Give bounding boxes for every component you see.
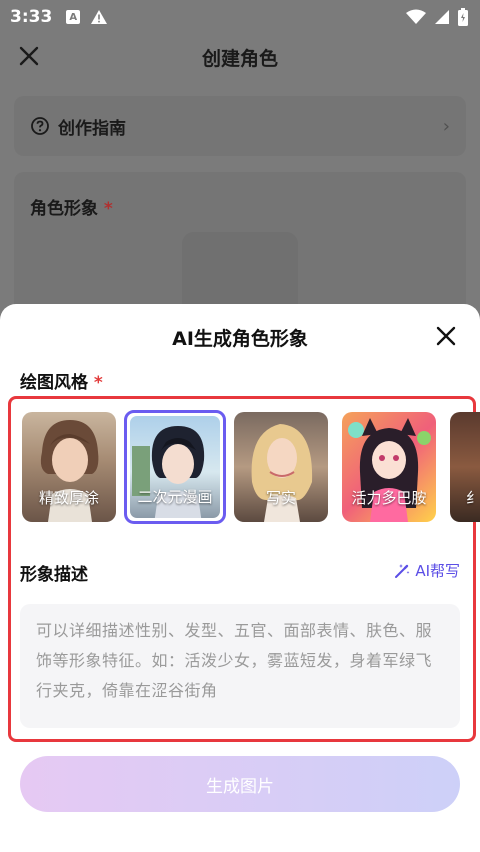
style-label: 精致厚涂 — [38, 489, 99, 507]
signal-icon — [435, 10, 449, 24]
text-a-icon: A — [66, 10, 81, 24]
generate-image-button[interactable]: 生成图片 — [20, 756, 460, 812]
style-option-anime-comic[interactable]: 二次元漫画 — [124, 410, 226, 524]
chevron-right-icon: › — [442, 115, 450, 137]
help-circle-icon — [31, 117, 49, 135]
close-icon[interactable] — [434, 324, 458, 348]
warning-icon — [91, 10, 108, 24]
description-label: 形象描述 — [20, 565, 88, 585]
creation-guide-row[interactable]: 创作指南 › — [14, 96, 466, 156]
ai-help-label: AI帮写 — [415, 562, 460, 580]
description-input[interactable]: 可以详细描述性别、发型、五官、面部表情、肤色、服饰等形象特征。如：活泼少女，雾蓝… — [20, 604, 460, 728]
draw-style-label: 绘图风格 * — [20, 368, 103, 393]
ai-generate-sheet: AI生成角色形象 绘图风格 * 精致厚涂 二次元漫画 写实 活力多巴胺 纟 形象… — [0, 304, 480, 852]
required-mark: * — [103, 199, 113, 219]
style-label: 二次元漫画 — [137, 488, 213, 506]
style-list: 精致厚涂 二次元漫画 写实 活力多巴胺 纟 — [22, 410, 480, 526]
wifi-icon — [406, 9, 426, 24]
character-image-label-text: 角色形象 — [30, 199, 98, 219]
style-label: 纟 — [466, 489, 480, 507]
guide-label: 创作指南 — [58, 118, 126, 139]
style-option-partial[interactable]: 纟 — [450, 412, 480, 522]
page-title: 创建角色 — [201, 47, 278, 70]
close-icon[interactable] — [16, 43, 42, 69]
required-mark: * — [93, 373, 103, 393]
description-placeholder: 可以详细描述性别、发型、五官、面部表情、肤色、服饰等形象特征。如：活泼少女，雾蓝… — [36, 621, 433, 700]
status-bar: 3:33 A — [0, 0, 480, 34]
battery-icon — [458, 8, 468, 26]
style-label: 写实 — [265, 489, 296, 507]
page-header: 创建角色 — [0, 34, 480, 80]
style-option-thick-paint[interactable]: 精致厚涂 — [22, 412, 116, 522]
magic-wand-icon — [395, 563, 410, 578]
status-time: 3:33 — [10, 7, 53, 27]
ai-help-button[interactable]: AI帮写 — [393, 560, 460, 581]
character-image-label: 角色形象 * — [30, 194, 113, 219]
draw-style-label-text: 绘图风格 — [20, 373, 88, 393]
sheet-title: AI生成角色形象 — [172, 328, 308, 350]
style-label: 活力多巴胺 — [351, 489, 427, 507]
style-option-realistic[interactable]: 写实 — [234, 412, 328, 522]
style-option-dopamine[interactable]: 活力多巴胺 — [342, 412, 436, 522]
